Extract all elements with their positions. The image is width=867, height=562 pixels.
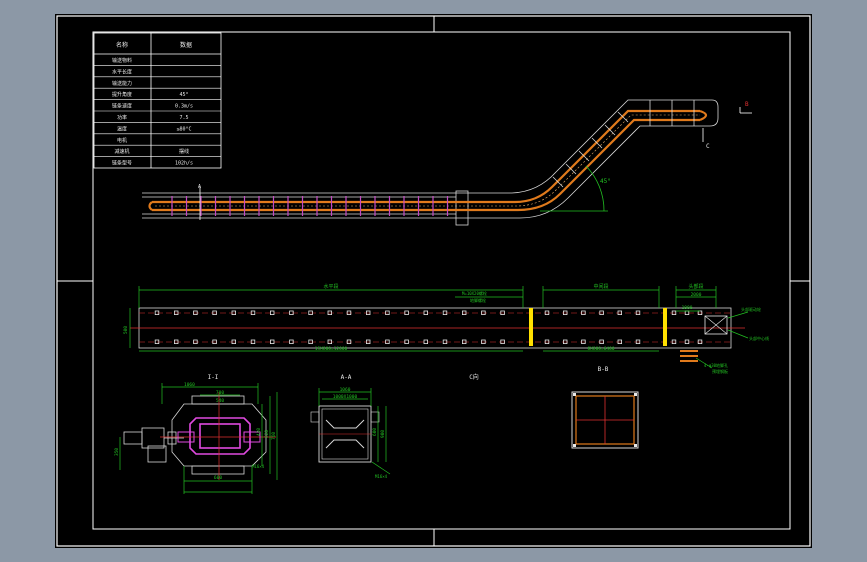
dim-left-label: 水平段 (323, 283, 338, 290)
table-row-value: 7.5 (179, 115, 188, 121)
table-row-label: 水平长度 (112, 68, 132, 75)
plan-marker-yellow-2 (663, 308, 667, 346)
drive-dim-inner: 700 (216, 390, 224, 396)
table-row-value: 摆线 (179, 148, 189, 155)
title-section-c: C向 (469, 373, 479, 381)
dim-right-top: 2000 (691, 292, 702, 298)
table-row-value: 45° (179, 92, 188, 98)
drive-dim-note: M16×4 (252, 464, 265, 469)
dim-mid-label: 中间段 (593, 283, 608, 290)
aa-dim-top: 1060 (340, 387, 351, 393)
marker-a-label: A (198, 184, 201, 190)
table-row-value: ≤80°C (176, 126, 191, 132)
table-row-label: 功率 (117, 114, 127, 121)
table-row-label: 提升角度 (112, 91, 132, 98)
drive-dim-bottom: 600 (214, 475, 222, 481)
dim-left-bottom: 15X800=12000 (315, 346, 348, 352)
drive-dim-side-3: 760 (271, 432, 277, 440)
callout-top-2: 地脚螺栓 (470, 297, 486, 303)
title-section-aa: A-A (341, 374, 352, 381)
dim-height: 500 (123, 326, 129, 334)
cad-viewport[interactable]: 输送物料水平长度输送能力提升角度 45° 链条速度 0.3m/s 功率 7.5 温度 ≤80°… (0, 0, 867, 562)
title-section-bb: B-B (598, 366, 609, 373)
aa-dim-right-2: 900 (380, 430, 386, 438)
aa-dim-right-1: 600 (372, 428, 378, 436)
callout-right-2: 头部中心线 (749, 335, 769, 341)
drive-dim-left: 350 (114, 448, 120, 456)
drawing-sheet (55, 14, 812, 548)
marker-c-label: C (706, 143, 710, 150)
dim-right-label: 头部段 (688, 283, 703, 290)
callout-top: M=10X20螺栓 (462, 290, 487, 296)
drive-dim-top: 1060 (184, 382, 195, 388)
aa-dim-inner: 1000X1000 (333, 394, 358, 400)
table-header-value: 数据 (180, 41, 192, 49)
dim-right-small: 1000 (682, 305, 693, 311)
angle-label: 45° (600, 178, 611, 185)
callout-bottom-2: 预埋钢板 (712, 368, 728, 374)
callout-bottom-1: 4-φ30地脚孔 (704, 362, 728, 368)
table-row-value: 0.3m/s (175, 104, 193, 110)
table-row-label: 温度 (117, 125, 127, 132)
drive-dim-inner-2: 540 (216, 398, 224, 404)
table-row-label: 减速机 (114, 148, 129, 155)
table-row-label: 输送能力 (112, 80, 132, 87)
table-row-label: 链条速度 (112, 103, 132, 110)
drive-dim-side-1: 420 (256, 428, 262, 436)
marker-b-label: B (745, 101, 749, 108)
table-row-label: 输送物料 (112, 57, 132, 64)
callout-right-1: 头部驱动轮 (741, 306, 761, 312)
drawing-canvas: 输送物料水平长度输送能力提升角度 45° 链条速度 0.3m/s 功率 7.5 温度 ≤80°… (55, 14, 812, 548)
table-row-label: 链条型号 (112, 160, 132, 167)
dim-mid-bottom: 8X800=6400 (587, 346, 614, 352)
plan-marker-yellow-1 (529, 308, 533, 346)
aa-dim-note: M16×4 (375, 474, 388, 479)
title-drive-view: I-I (208, 374, 219, 381)
table-row-value: 102h/s (175, 161, 193, 167)
table-header-name: 名称 (116, 41, 128, 49)
table-row-label: 电机 (117, 137, 127, 144)
drive-dim-side-2: 620 (264, 430, 270, 438)
